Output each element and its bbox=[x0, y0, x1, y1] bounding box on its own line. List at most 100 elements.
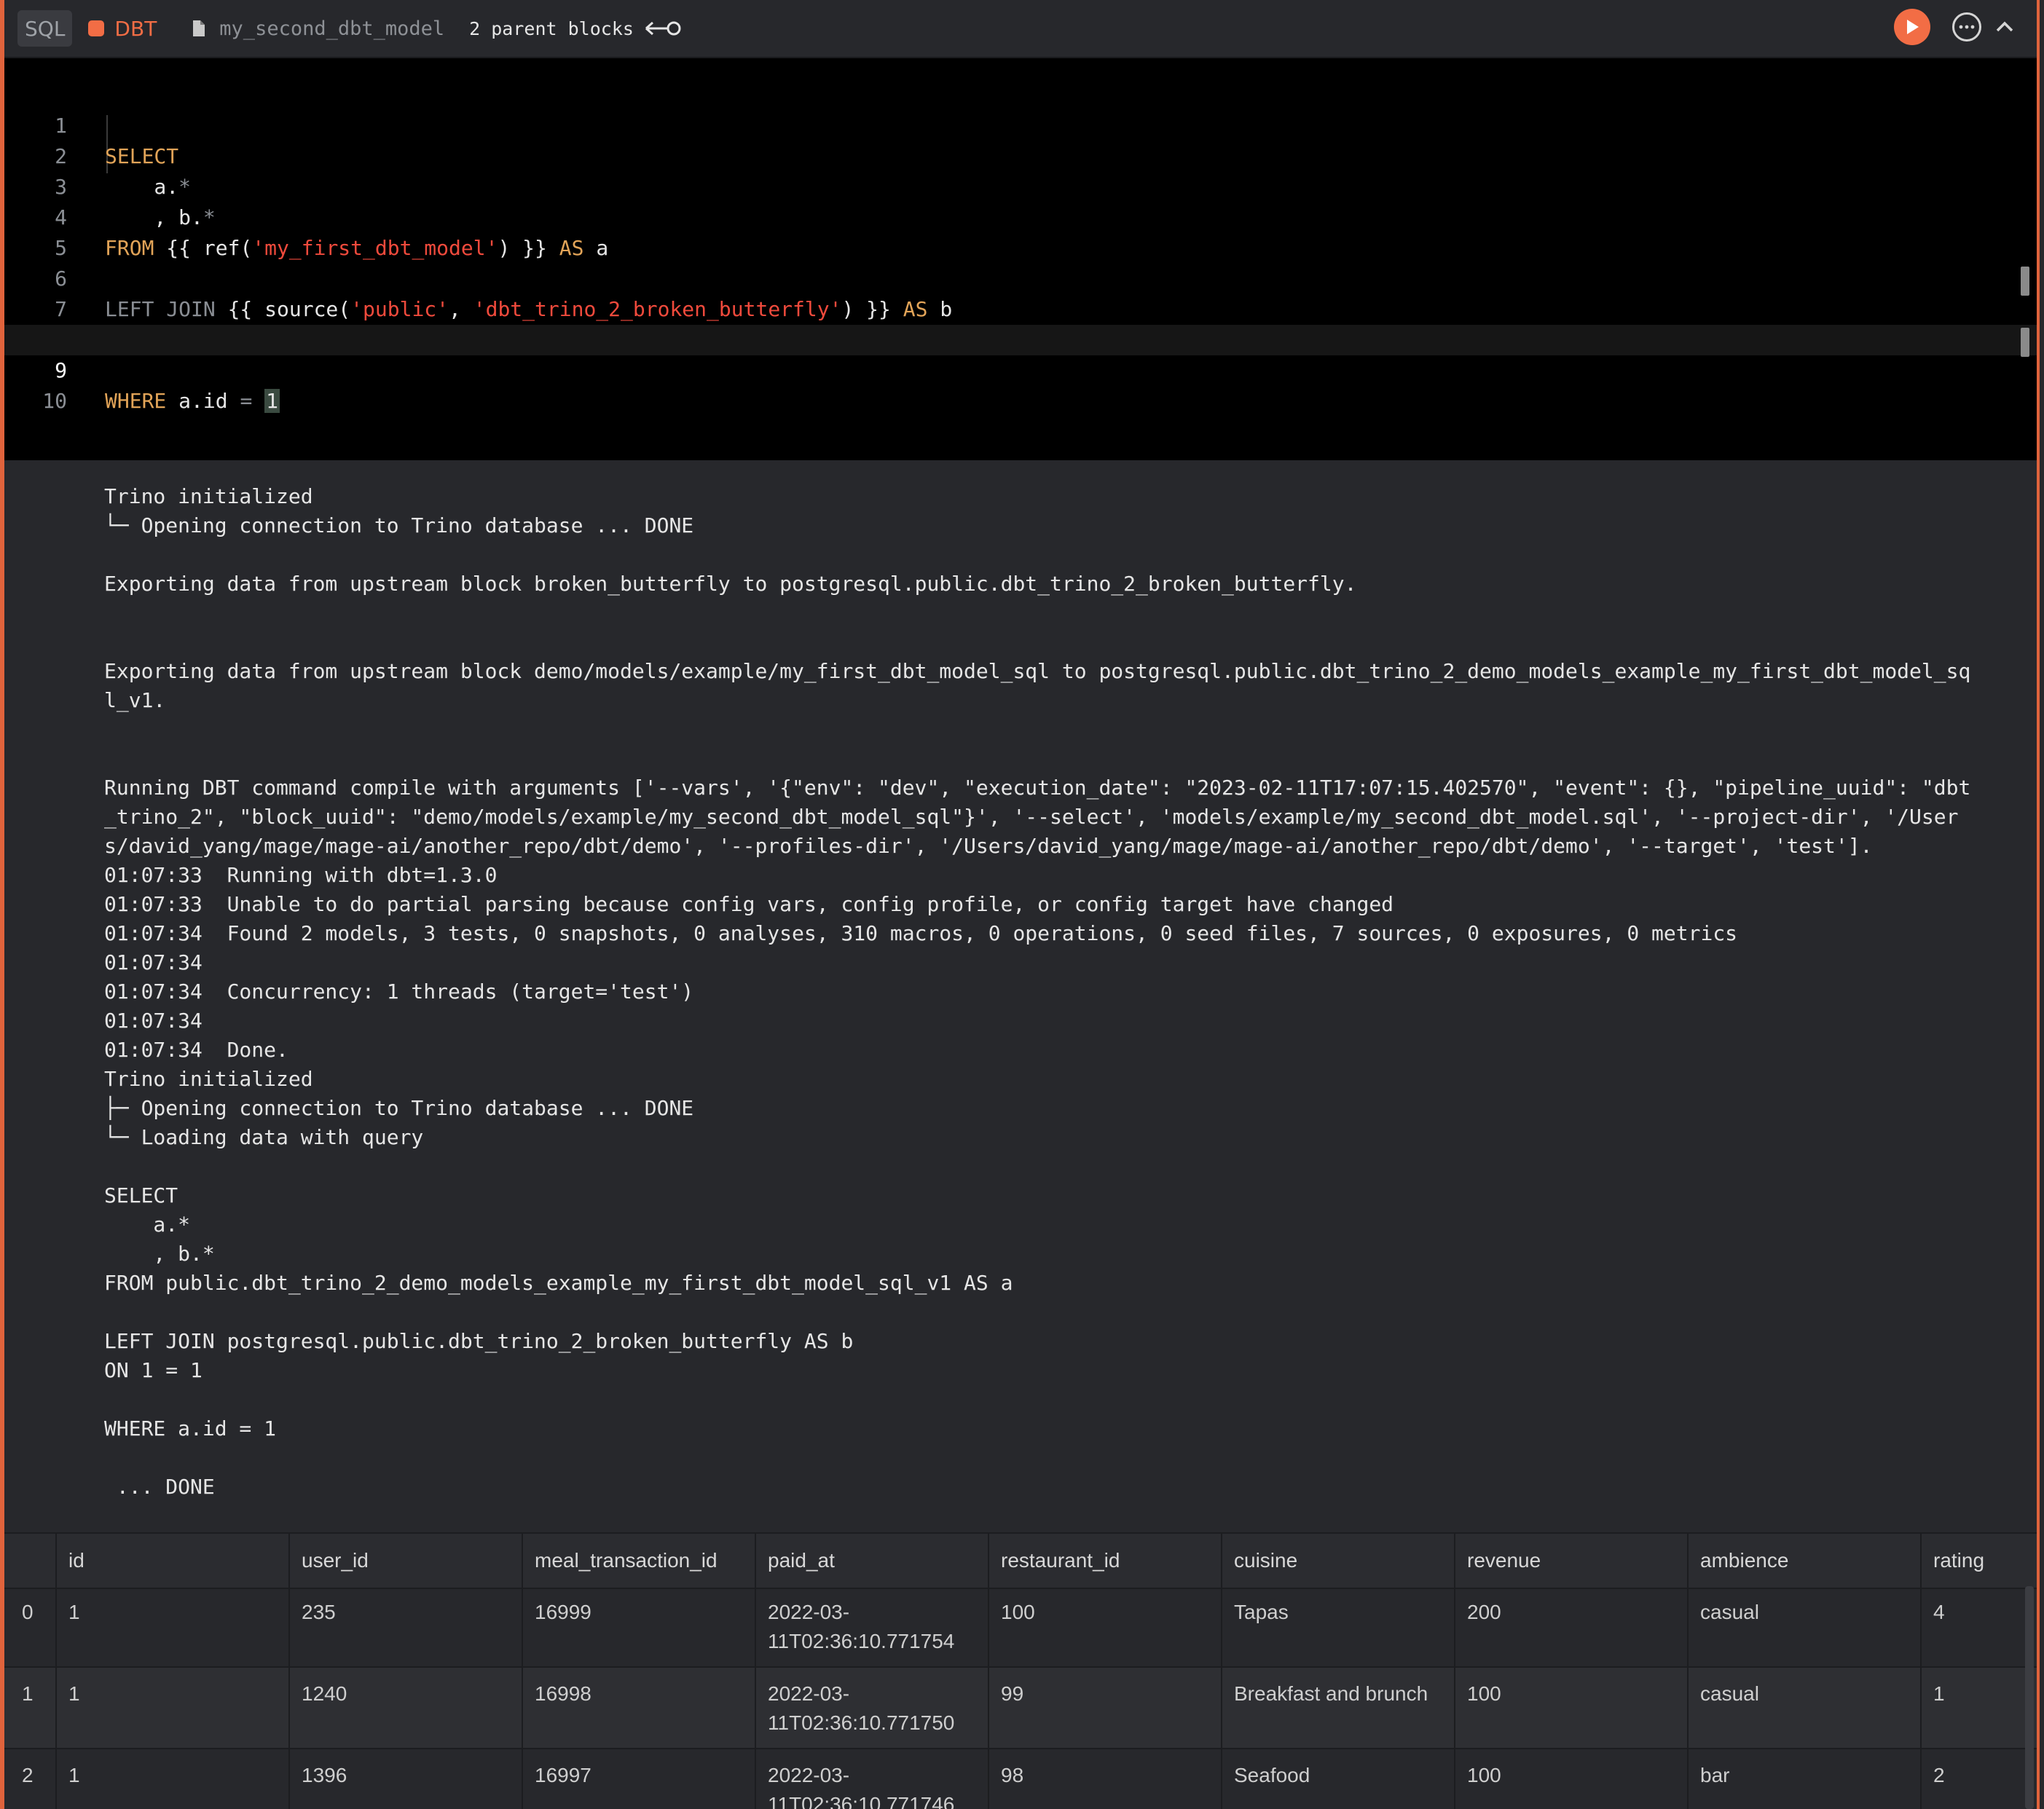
output-line: 01:07:33 Unable to do partial parsing be… bbox=[104, 892, 1394, 916]
code-editor[interactable]: 1 SELECT 2 a.* 3 , b.* 4 FROM {{ ref('my… bbox=[4, 58, 2037, 460]
table-cell: 99 bbox=[988, 1668, 1221, 1748]
table-cell: 98 bbox=[988, 1749, 1221, 1809]
output-line: 01:07:34 bbox=[104, 950, 203, 974]
table-cell: 16997 bbox=[522, 1749, 755, 1809]
line-number: 10 bbox=[42, 389, 67, 413]
code-line[interactable]: 10 bbox=[4, 355, 2037, 413]
output-line: ON 1 = 1 bbox=[104, 1358, 203, 1382]
block-output: Trino initialized └─ Opening connection … bbox=[4, 460, 2037, 1531]
parent-blocks-label: 2 parent blocks bbox=[469, 17, 634, 39]
code-line-active[interactable]: 9 WHERE a.id = 1 bbox=[4, 325, 2037, 413]
table-cell: 1 bbox=[1920, 1668, 2037, 1748]
table-cell: Seafood bbox=[1221, 1749, 1454, 1809]
output-line: FROM public.dbt_trino_2_demo_models_exam… bbox=[104, 1271, 1013, 1295]
table-cell: 2022-03- 11T02:36:10.771746 bbox=[755, 1749, 988, 1809]
table-cell: 2022-03- 11T02:36:10.771754 bbox=[755, 1586, 988, 1666]
table-cell: Tapas bbox=[1221, 1586, 1454, 1666]
output-line: 01:07:34 bbox=[104, 1009, 203, 1033]
table-header: id user_id meal_transaction_id paid_at r… bbox=[4, 1532, 2037, 1589]
table-row[interactable]: 1 1 1240 16998 2022-03- 11T02:36:10.7717… bbox=[4, 1668, 2037, 1749]
table-cell: 16998 bbox=[522, 1668, 755, 1748]
more-options-button[interactable] bbox=[1952, 12, 1981, 42]
code-line[interactable]: 1 SELECT bbox=[4, 80, 2037, 168]
output-line: Exporting data from upstream block demo/… bbox=[104, 659, 1971, 683]
output-line: 01:07:34 Found 2 models, 3 tests, 0 snap… bbox=[104, 921, 1738, 945]
code-line[interactable]: 8 bbox=[4, 294, 2037, 352]
column-header[interactable]: user_id bbox=[288, 1534, 522, 1588]
row-index: 2 bbox=[22, 1764, 34, 1786]
collapse-button[interactable] bbox=[1994, 20, 2015, 34]
table-cell: 235 bbox=[288, 1586, 522, 1666]
output-line: 01:07:34 Concurrency: 1 threads (target=… bbox=[104, 980, 694, 1004]
dependency-arrow-icon bbox=[644, 19, 682, 38]
output-line: Exporting data from upstream block broke… bbox=[104, 572, 1357, 596]
output-line: Running DBT command compile with argumen… bbox=[104, 776, 1971, 800]
row-index: 0 bbox=[22, 1601, 34, 1623]
output-line: └─ Opening connection to Trino database … bbox=[104, 513, 694, 537]
table-cell: 1 bbox=[55, 1668, 288, 1748]
output-line: WHERE a.id = 1 bbox=[104, 1416, 277, 1440]
language-badge[interactable]: SQL bbox=[17, 10, 73, 47]
column-header[interactable]: ambience bbox=[1687, 1534, 1920, 1588]
code-line[interactable]: 5 bbox=[4, 202, 2037, 260]
output-line: a.* bbox=[104, 1213, 191, 1237]
output-line: LEFT JOIN postgresql.public.dbt_trino_2_… bbox=[104, 1329, 854, 1353]
code-line[interactable]: 6 LEFT JOIN {{ source('public', 'dbt_tri… bbox=[4, 233, 2037, 321]
output-line: ... DONE bbox=[104, 1475, 215, 1499]
code-token: 1 bbox=[264, 389, 280, 413]
table-cell: 100 bbox=[1454, 1749, 1687, 1809]
parent-blocks-link[interactable]: 2 parent blocks bbox=[469, 18, 682, 39]
block-header: SQL DBT my_second_dbt_model 2 parent blo… bbox=[4, 0, 2037, 58]
table-row[interactable]: 0 1 235 16999 2022-03- 11T02:36:10.77175… bbox=[4, 1586, 2037, 1668]
run-block-button[interactable] bbox=[1894, 9, 1930, 45]
table-cell: bar bbox=[1687, 1749, 1920, 1809]
table-cell: 1 bbox=[55, 1586, 288, 1666]
output-table: id user_id meal_transaction_id paid_at r… bbox=[4, 1532, 2037, 1809]
chevron-up-icon bbox=[1996, 21, 2013, 32]
output-line: ├─ Opening connection to Trino database … bbox=[104, 1096, 694, 1120]
file-icon bbox=[190, 19, 208, 38]
table-cell: 1396 bbox=[288, 1749, 522, 1809]
table-row[interactable]: 2 1 1396 16997 2022-03- 11T02:36:10.7717… bbox=[4, 1749, 2037, 1809]
output-line: Trino initialized bbox=[104, 1067, 313, 1091]
table-cell: 2022-03- 11T02:36:10.771750 bbox=[755, 1668, 988, 1748]
table-cell: casual bbox=[1687, 1586, 1920, 1666]
column-header[interactable]: paid_at bbox=[755, 1534, 988, 1588]
code-line[interactable]: 4 FROM {{ ref('my_first_dbt_model') }} A… bbox=[4, 172, 2037, 260]
table-cell: casual bbox=[1687, 1668, 1920, 1748]
table-cell: 100 bbox=[988, 1586, 1221, 1666]
table-cell: 2 bbox=[1920, 1749, 2037, 1809]
output-line: , b.* bbox=[104, 1242, 215, 1266]
column-header[interactable]: meal_transaction_id bbox=[522, 1534, 755, 1588]
table-scrollbar[interactable] bbox=[2025, 1586, 2034, 1809]
block-type-label: DBT bbox=[114, 16, 157, 41]
output-line: _trino_2", "block_uuid": "demo/models/ex… bbox=[104, 805, 1959, 829]
code-line[interactable]: 7 ON 1 = 1 bbox=[4, 264, 2037, 352]
ellipsis-icon bbox=[1959, 25, 1975, 29]
table-cell: 1 bbox=[55, 1749, 288, 1809]
column-header[interactable]: cuisine bbox=[1221, 1534, 1454, 1588]
code-line[interactable]: 3 , b.* bbox=[4, 141, 2037, 229]
output-line: l_v1. bbox=[104, 688, 166, 712]
table-cell: Breakfast and brunch bbox=[1221, 1668, 1454, 1748]
dbt-block: SQL DBT my_second_dbt_model 2 parent blo… bbox=[0, 0, 2040, 1809]
block-file-name[interactable]: my_second_dbt_model bbox=[219, 17, 444, 40]
code-line[interactable]: 2 a.* bbox=[4, 111, 2037, 199]
output-line: 01:07:34 Done. bbox=[104, 1038, 288, 1062]
output-line: └─ Loading data with query bbox=[104, 1125, 424, 1149]
code-token: a.id bbox=[166, 389, 240, 413]
code-token: = bbox=[240, 389, 253, 413]
output-line: Trino initialized bbox=[104, 484, 313, 508]
column-header[interactable]: id bbox=[55, 1534, 288, 1588]
code-token: WHERE bbox=[105, 389, 167, 413]
column-header[interactable]: revenue bbox=[1454, 1534, 1687, 1588]
column-header[interactable]: restaurant_id bbox=[988, 1534, 1221, 1588]
play-icon bbox=[1907, 20, 1919, 34]
table-cell: 4 bbox=[1920, 1586, 2037, 1666]
table-cell: 100 bbox=[1454, 1668, 1687, 1748]
output-line: s/david_yang/mage/mage-ai/another_repo/d… bbox=[104, 834, 1873, 858]
column-header[interactable]: rating bbox=[1920, 1534, 2037, 1588]
table-cell: 1240 bbox=[288, 1668, 522, 1748]
row-index: 1 bbox=[22, 1682, 34, 1705]
editor-scroll-marker bbox=[2021, 328, 2029, 357]
